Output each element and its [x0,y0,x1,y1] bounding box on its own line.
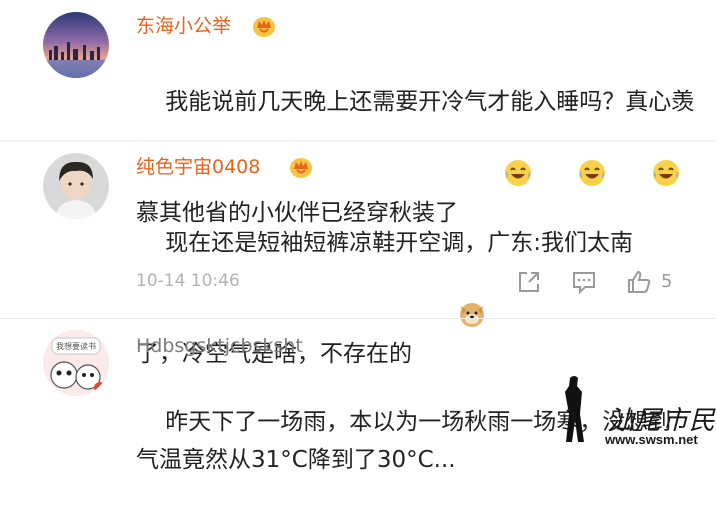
avatar-caption: 我想要读书 [56,342,96,351]
comment-icon[interactable] [570,268,598,296]
like-count: 5 [661,271,673,292]
vip-crown-icon [288,155,314,179]
username[interactable]: 纯色宇宙0408 [136,156,260,178]
timestamp: 10-14 10:46 [136,271,240,291]
avatar[interactable] [43,153,109,219]
username[interactable]: 东海小公举 [136,15,231,37]
doge-icon [414,262,486,378]
divider [0,140,716,141]
avatar[interactable]: 我想要读书 [43,330,109,396]
avatar[interactable] [43,12,109,78]
share-icon[interactable] [515,268,543,296]
username[interactable]: Hdbsgsktjcbsksht [136,335,303,357]
like-icon[interactable] [625,268,653,296]
vip-crown-icon [251,14,277,38]
watermark-url: www.swsm.net [605,432,698,447]
divider [0,318,716,319]
